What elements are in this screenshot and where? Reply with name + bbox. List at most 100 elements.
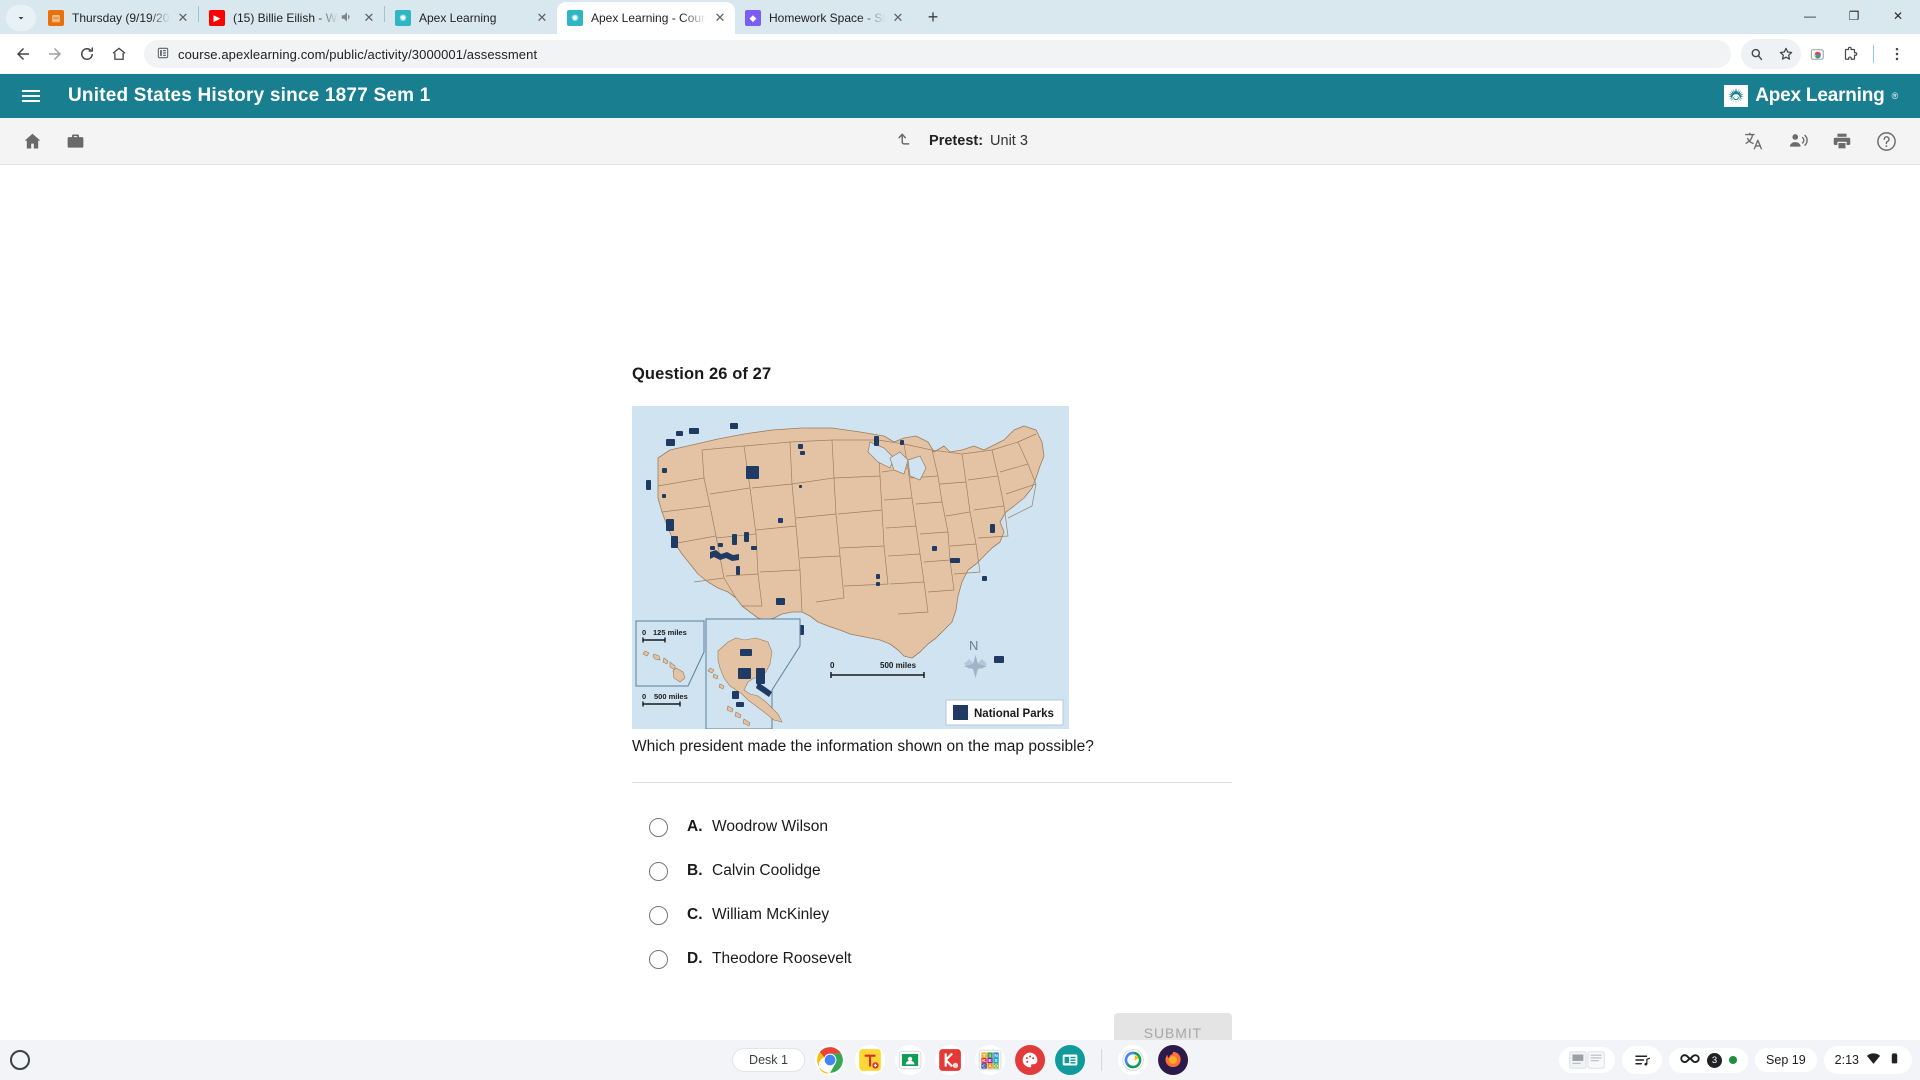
answer-options: A. Woodrow Wilson B. Calvin Coolidge C. …	[649, 805, 1232, 981]
alaska-scale-label: 500 miles	[654, 692, 688, 701]
screenshot-thumbnail-icon	[1569, 1051, 1605, 1069]
media-playlist-icon[interactable]	[1622, 1046, 1663, 1074]
new-tab-button[interactable]: +	[919, 3, 947, 31]
browser-tab[interactable]: ▤ Thursday (9/19/2024) How to ✕	[38, 2, 198, 34]
search-icon[interactable]	[1741, 39, 1771, 69]
close-tab-icon[interactable]: ✕	[360, 9, 378, 27]
option-letter: A.	[687, 818, 703, 835]
address-bar[interactable]: course.apexlearning.com/public/activity/…	[144, 40, 1731, 68]
blooket-app-icon[interactable]: T I N K E S C A O	[974, 1045, 1005, 1075]
screen-capture-preview[interactable]	[1559, 1047, 1616, 1073]
notification-status-pill[interactable]: 3	[1669, 1047, 1749, 1073]
option-letter: D.	[687, 950, 703, 967]
apex-learning-logo: Apex Learning ®	[1724, 85, 1898, 107]
omnibox-actions-pill	[1741, 39, 1801, 69]
answer-option-c[interactable]: C. William McKinley	[649, 893, 1232, 937]
browser-tab-active[interactable]: ✺ Apex Learning - Courses ✕	[557, 2, 735, 34]
browser-tab[interactable]: ◆ Homework Space - StudyX ✕	[735, 2, 913, 34]
close-tab-icon[interactable]: ✕	[711, 9, 729, 27]
hamburger-menu-icon[interactable]	[22, 90, 44, 102]
tab-strip: ▤ Thursday (9/19/2024) How to ✕ ▶ (15) B…	[0, 0, 1920, 34]
tab-title: Apex Learning - Courses	[591, 11, 707, 25]
status-area[interactable]: 2:13	[1823, 1046, 1912, 1074]
clock-display: 2:13	[1834, 1053, 1859, 1067]
page-title: United States History since 1877 Sem 1	[68, 85, 431, 106]
radio-button[interactable]	[649, 861, 668, 881]
briefcase-icon[interactable]	[65, 131, 86, 152]
tab-audio-icon[interactable]	[340, 10, 354, 27]
option-text: Theodore Roosevelt	[712, 950, 852, 967]
radio-button[interactable]	[649, 905, 668, 925]
radio-button[interactable]	[649, 949, 668, 969]
radio-button[interactable]	[649, 817, 668, 837]
reload-icon[interactable]	[72, 39, 102, 69]
close-tab-icon[interactable]: ✕	[889, 9, 907, 27]
system-tray: 3 Sep 19 2:13	[1559, 1046, 1912, 1074]
toolbar-divider	[1873, 45, 1874, 63]
shelf-divider	[1100, 1049, 1102, 1071]
date-display[interactable]: Sep 19	[1755, 1048, 1817, 1072]
svg-text:C: C	[982, 1064, 986, 1070]
quizlet-app-icon[interactable]	[854, 1045, 885, 1075]
infinity-icon	[1680, 1053, 1700, 1068]
toolbar-right-actions	[1741, 39, 1912, 69]
tab-title: Homework Space - StudyX	[769, 11, 885, 25]
maximize-button[interactable]: ❐	[1832, 0, 1876, 32]
notification-count-badge: 3	[1707, 1052, 1723, 1068]
home-icon[interactable]	[104, 39, 134, 69]
return-up-icon[interactable]	[892, 129, 913, 154]
back-icon[interactable]	[8, 39, 38, 69]
svg-text:O: O	[994, 1064, 998, 1070]
close-window-button[interactable]: ✕	[1876, 0, 1920, 32]
menu-icon[interactable]	[1882, 39, 1912, 69]
chrome-profile-icon[interactable]	[1803, 39, 1833, 69]
chromeos-shelf: Desk 1 T I N K E S C A O 3 Sep 19 2:13	[0, 1040, 1920, 1080]
browser-tab[interactable]: ▶ (15) Billie Eilish - What Was ✕	[199, 2, 384, 34]
answer-option-b[interactable]: B. Calvin Coolidge	[649, 849, 1232, 893]
tab-title: (15) Billie Eilish - What Was	[233, 11, 338, 25]
option-text: Woodrow Wilson	[712, 818, 829, 835]
kahoot-app-icon[interactable]	[934, 1045, 965, 1075]
drive-app-icon[interactable]	[1117, 1045, 1148, 1075]
answer-option-d[interactable]: D. Theodore Roosevelt	[649, 937, 1232, 981]
hawaii-scale-zero: 0	[642, 628, 646, 637]
apex-favicon: ✺	[395, 10, 411, 26]
slides-app-icon[interactable]	[1054, 1045, 1085, 1075]
question-block: Question 26 of 27 0 125 miles 0 500 mile…	[632, 365, 1232, 1040]
art-app-icon[interactable]	[1014, 1045, 1045, 1075]
apex-header: United States History since 1877 Sem 1 A…	[0, 74, 1920, 118]
desk-button[interactable]: Desk 1	[732, 1048, 805, 1072]
answer-option-a[interactable]: A. Woodrow Wilson	[649, 805, 1232, 849]
tab-search-icon[interactable]	[6, 5, 36, 31]
site-info-icon[interactable]	[156, 46, 170, 63]
read-aloud-icon[interactable]	[1787, 130, 1809, 152]
shelf-apps: Desk 1 T I N K E S C A O	[732, 1045, 1188, 1075]
firefox-app-icon[interactable]	[1157, 1045, 1188, 1075]
print-icon[interactable]	[1831, 130, 1853, 152]
chrome-app-icon[interactable]	[814, 1045, 845, 1075]
breadcrumb-label: Pretest:	[929, 133, 984, 149]
minimize-button[interactable]: —	[1788, 0, 1832, 32]
question-prompt: Which president made the information sho…	[632, 738, 1094, 755]
question-counter: Question 26 of 27	[632, 365, 772, 383]
translate-icon[interactable]	[1743, 130, 1765, 152]
browser-tab[interactable]: ✺ Apex Learning ✕	[385, 2, 557, 34]
help-icon[interactable]	[1875, 130, 1898, 153]
trademark-symbol: ®	[1891, 91, 1899, 101]
address-bar-text: course.apexlearning.com/public/activity/…	[178, 46, 538, 62]
extensions-icon[interactable]	[1835, 39, 1865, 69]
home-icon[interactable]	[22, 131, 43, 152]
apex-logo-mark	[1724, 85, 1749, 107]
apex-favicon: ✺	[567, 10, 583, 26]
close-tab-icon[interactable]: ✕	[533, 9, 551, 27]
launcher-button[interactable]	[10, 1050, 30, 1070]
google-classroom-app-icon[interactable]	[894, 1045, 925, 1075]
submit-button[interactable]: SUBMIT	[1113, 1013, 1232, 1040]
bookmark-star-icon[interactable]	[1771, 39, 1801, 69]
main-scale-zero: 0	[830, 661, 835, 670]
forward-icon[interactable]	[40, 39, 70, 69]
map-figure: 0 125 miles 0 500 miles 0 500 miles N Na…	[632, 406, 1069, 729]
option-text: William McKinley	[712, 906, 830, 923]
close-tab-icon[interactable]: ✕	[174, 9, 192, 27]
option-letter: C.	[687, 906, 703, 923]
